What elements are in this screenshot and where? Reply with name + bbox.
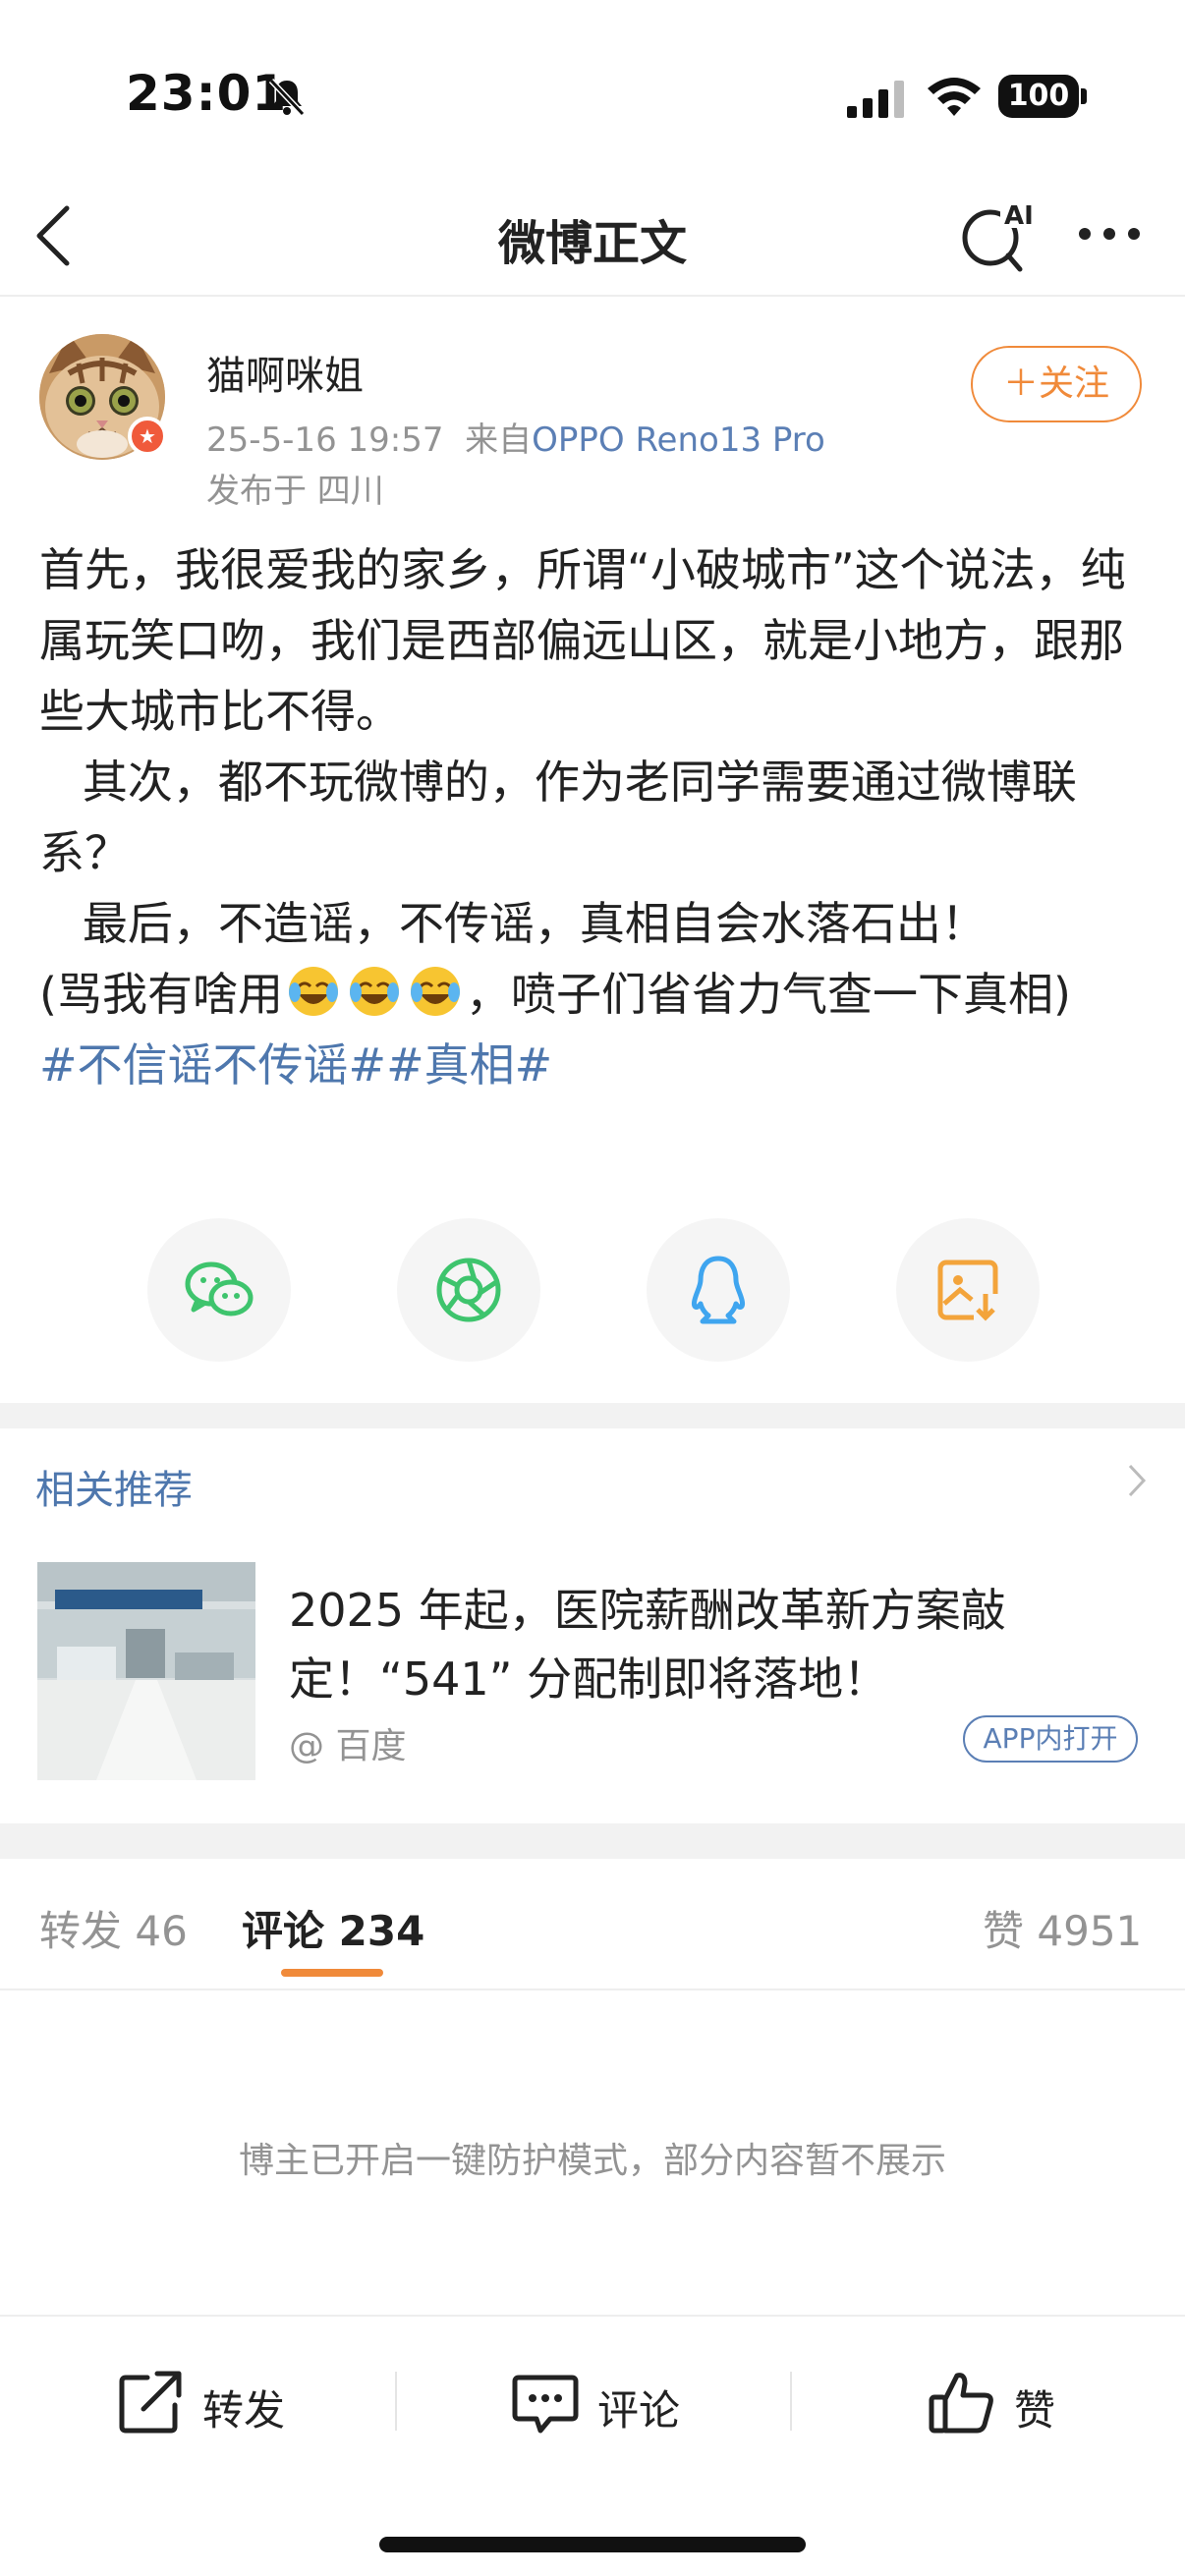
laugh-cry-emoji-icon [349, 967, 399, 1016]
post-paragraph-4-end: ，喷子们省省力气查一下真相) [465, 968, 1071, 1021]
follow-button[interactable]: ＋关注 [971, 346, 1142, 422]
nav-bar: 微博正文 AI [0, 177, 1185, 297]
post-paragraph-2: 其次，都不玩微博的，作为老同学需要通过微博联系？ [39, 756, 1077, 879]
moments-icon [436, 1258, 501, 1322]
save-image-button[interactable] [896, 1218, 1040, 1362]
post-source-prefix: 来自 [465, 420, 533, 460]
related-article-thumbnail[interactable] [37, 1562, 255, 1780]
tab-likes-label: 赞 [983, 1907, 1025, 1955]
status-bar: 23:01 100 [0, 0, 1185, 177]
post-paragraph-4: (骂我有啥用 ，喷子们省省力气查一下真相) [39, 959, 1150, 1030]
like-label: 赞 [1014, 2386, 1056, 2435]
wifi-icon [928, 78, 981, 116]
open-in-app-button[interactable]: APP内打开 [963, 1715, 1138, 1763]
comments-hidden-notice: 博主已开启一键防护模式，部分内容暂不展示 [238, 2141, 946, 2181]
home-indicator[interactable] [379, 2537, 806, 2552]
cellular-signal-icon [847, 81, 904, 118]
bottom-action-bar: 转发 评论 赞 [0, 2315, 1185, 2482]
related-section-title: 相关推荐 [35, 1468, 193, 1513]
chevron-right-icon[interactable] [1126, 1462, 1148, 1499]
section-divider [0, 1823, 1185, 1859]
repost-icon [119, 2371, 182, 2434]
post-location: 发布于 四川 [206, 472, 384, 511]
post-meta: 25-5-16 19:57 来自OPPO Reno13 Pro [206, 413, 825, 461]
comment-label: 评论 [597, 2386, 681, 2435]
post-date: 25-5-16 19:57 [206, 420, 444, 460]
tab-reposts-count: 46 [135, 1907, 188, 1955]
tab-reposts-label: 转发 [39, 1907, 123, 1955]
post-paragraph-4-start: (骂我有啥用 [39, 968, 283, 1021]
ai-search-icon[interactable]: AI [959, 195, 1036, 273]
share-moments-button[interactable] [397, 1218, 540, 1362]
bottom-divider [790, 2372, 792, 2431]
tab-likes[interactable]: 赞 4951 [983, 1898, 1142, 1958]
tab-comments-label: 评论 [242, 1907, 325, 1955]
tab-reposts[interactable]: 转发 46 [39, 1898, 188, 1958]
post-paragraph-3: 最后，不造谣，不传谣，真相自会水落石出！ [39, 897, 987, 950]
laugh-cry-emoji-icon [288, 967, 338, 1016]
more-options-icon[interactable] [1077, 224, 1142, 244]
section-divider [0, 1403, 1185, 1428]
post-content: 首先，我很爱我的家乡，所谓“小破城市”这个说法，纯属玩笑口吻，我们是西部偏远山区… [39, 534, 1150, 1100]
save-image-icon [937, 1260, 999, 1323]
status-time: 23:01 [126, 65, 288, 122]
repost-label: 转发 [202, 2386, 286, 2435]
tab-likes-count: 4951 [1037, 1907, 1143, 1955]
share-wechat-button[interactable] [147, 1218, 291, 1362]
comment-icon [512, 2375, 579, 2434]
tab-comments[interactable]: 评论 234 [242, 1898, 424, 1958]
battery-tip [1081, 88, 1087, 104]
verified-badge-icon: ★ [128, 417, 167, 456]
thumbs-up-icon [929, 2373, 993, 2434]
bell-muted-icon [268, 78, 306, 117]
share-qq-button[interactable] [647, 1218, 790, 1362]
active-tab-indicator [281, 1969, 383, 1977]
wechat-icon [185, 1261, 254, 1316]
author-name[interactable]: 猫啊咪姐 [206, 344, 364, 401]
related-article-headline[interactable]: 2025 年起，医院薪酬改革新方案敲定！“541” 分配制即将落地！ [289, 1576, 1134, 1713]
related-article-source: @ 百度 [289, 1726, 407, 1766]
tab-comments-count: 234 [338, 1907, 425, 1955]
hospital-hall-image [37, 1562, 255, 1780]
qq-icon [692, 1256, 745, 1324]
post-source-device[interactable]: OPPO Reno13 Pro [532, 420, 825, 460]
interaction-tabs: 转发 46 评论 234 赞 4951 [0, 1859, 1185, 1990]
post-paragraph-1: 首先，我很爱我的家乡，所谓“小破城市”这个说法，纯属玩笑口吻，我们是西部偏远山区… [39, 543, 1126, 738]
battery-indicator: 100 [998, 75, 1079, 118]
laugh-cry-emoji-icon [410, 967, 460, 1016]
bottom-divider [395, 2372, 397, 2431]
post-hashtags[interactable]: #不信谣不传谣##真相# [39, 1030, 1150, 1100]
ai-label: AI [1004, 201, 1034, 231]
